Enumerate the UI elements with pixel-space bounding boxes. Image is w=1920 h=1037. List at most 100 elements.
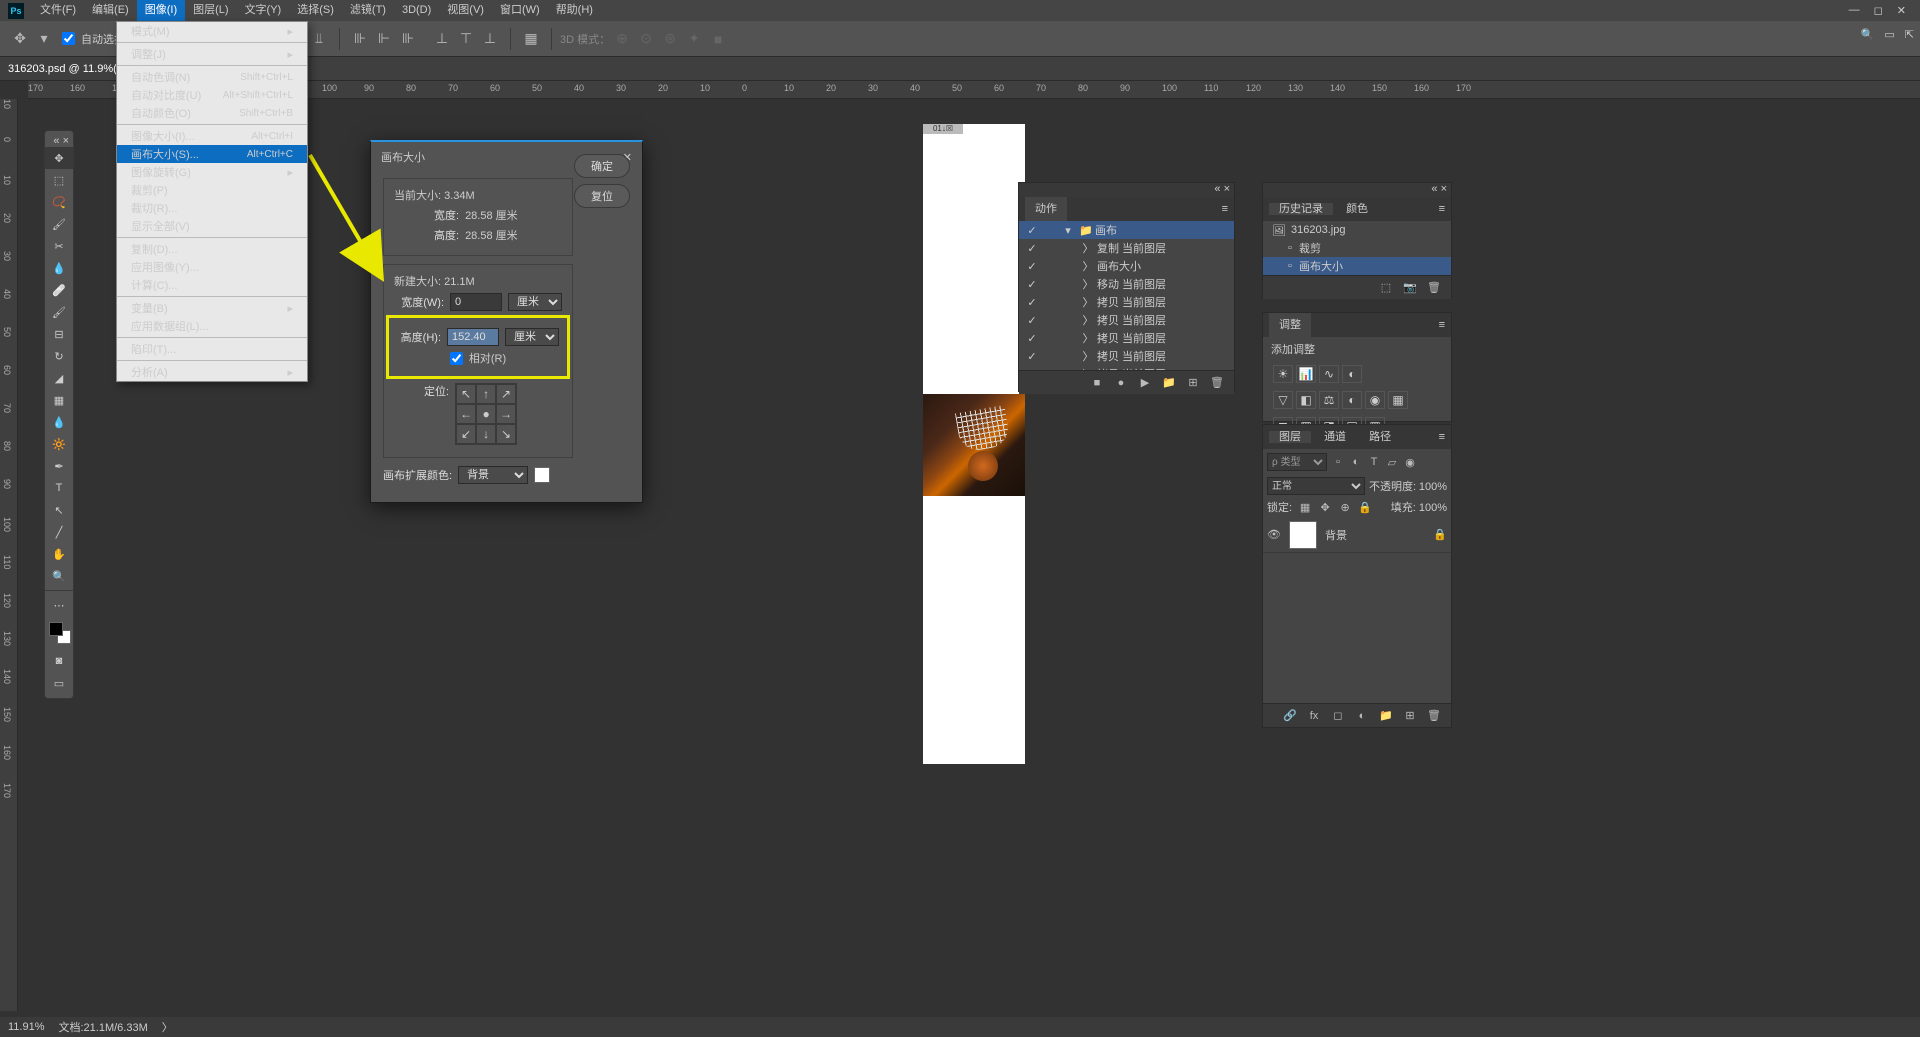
menu-item[interactable]: 计算(C)...: [117, 276, 307, 294]
distribute-icon[interactable]: ⊩: [374, 29, 394, 49]
chevron-right-icon[interactable]: 〉: [162, 1019, 173, 1035]
menu-窗口(W)[interactable]: 窗口(W): [492, 0, 548, 21]
menu-帮助(H)[interactable]: 帮助(H): [548, 0, 601, 21]
eyedropper-tool[interactable]: 💧: [45, 257, 73, 279]
menu-图像(I)[interactable]: 图像(I): [137, 0, 185, 21]
menu-图层(L)[interactable]: 图层(L): [185, 0, 236, 21]
mask-icon[interactable]: ◻: [1331, 709, 1345, 723]
zoom-tool[interactable]: 🔍: [45, 565, 73, 587]
lock-pixels-icon[interactable]: ▦: [1298, 500, 1312, 514]
3d-icon[interactable]: ⊛: [660, 29, 680, 49]
auto-align-icon[interactable]: ▦: [521, 29, 541, 49]
minimize-icon[interactable]: —: [1849, 4, 1860, 17]
quick-mask[interactable]: ◙: [45, 650, 73, 672]
brush-tool[interactable]: 🖌: [45, 301, 73, 323]
close-icon[interactable]: ✕: [1897, 4, 1906, 17]
mixer-icon[interactable]: ▦: [1388, 391, 1408, 409]
color-swatch[interactable]: [49, 622, 71, 644]
menu-3D(D)[interactable]: 3D(D): [394, 0, 439, 21]
menu-滤镜(T)[interactable]: 滤镜(T): [342, 0, 394, 21]
filter-type-select[interactable]: ρ 类型: [1267, 453, 1327, 471]
blur-tool[interactable]: 💧: [45, 411, 73, 433]
dropdown-icon[interactable]: ▾: [34, 29, 54, 49]
levels-icon[interactable]: 📊: [1296, 365, 1316, 383]
workspace-icon[interactable]: ▭: [1884, 28, 1894, 41]
menu-选择(S)[interactable]: 选择(S): [289, 0, 342, 21]
move-tool[interactable]: ✥: [45, 147, 73, 169]
menu-item[interactable]: 图像大小(I)...Alt+Ctrl+I: [117, 127, 307, 145]
filter-type-icon[interactable]: T: [1367, 455, 1381, 469]
dodge-tool[interactable]: 🔆: [45, 433, 73, 455]
filter-image-icon[interactable]: ▫: [1331, 455, 1345, 469]
history-doc[interactable]: 🖼 316203.jpg: [1263, 221, 1451, 239]
lock-position-icon[interactable]: ✥: [1318, 500, 1332, 514]
stamp-tool[interactable]: ⊟: [45, 323, 73, 345]
3d-icon[interactable]: ■: [708, 29, 728, 49]
trash-icon[interactable]: 🗑: [1210, 376, 1224, 390]
hand-tool[interactable]: ✋: [45, 543, 73, 565]
lasso-tool[interactable]: 📿: [45, 191, 73, 213]
action-row[interactable]: ✓〉复制 当前图层: [1019, 239, 1234, 257]
tab-color[interactable]: 颜色: [1336, 203, 1378, 215]
fx-icon[interactable]: fx: [1307, 709, 1321, 723]
action-row[interactable]: ✓〉画布大小: [1019, 257, 1234, 275]
height-unit-select[interactable]: 厘米: [505, 328, 559, 346]
camera-icon[interactable]: 📷: [1403, 281, 1417, 295]
tab-channels[interactable]: 通道: [1314, 431, 1356, 443]
new-height-input[interactable]: [447, 328, 499, 346]
panel-menu-icon[interactable]: ≡: [1439, 431, 1445, 443]
distribute-icon[interactable]: ⊥: [480, 29, 500, 49]
menu-item[interactable]: 图像旋转(G)▸: [117, 163, 307, 181]
blend-mode-select[interactable]: 正常: [1267, 477, 1365, 495]
history-row[interactable]: ▫画布大小: [1263, 257, 1451, 275]
new-layer-icon[interactable]: ⊞: [1403, 709, 1417, 723]
menu-item[interactable]: 调整(J)▸: [117, 45, 307, 63]
filter-shape-icon[interactable]: ▱: [1385, 455, 1399, 469]
link-icon[interactable]: 🔗: [1283, 709, 1297, 723]
crop-tool[interactable]: ✂: [45, 235, 73, 257]
tab-adjustments[interactable]: 调整: [1269, 313, 1311, 337]
adjustment-icon[interactable]: ◐: [1355, 709, 1369, 723]
action-row[interactable]: ✓〉拷贝 当前图层: [1019, 347, 1234, 365]
menu-item[interactable]: 复制(D)...: [117, 240, 307, 258]
tab-history[interactable]: 历史记录: [1269, 203, 1333, 215]
share-icon[interactable]: ⇱: [1905, 28, 1914, 41]
search-icon[interactable]: 🔍: [1861, 28, 1875, 41]
photo-filter-icon[interactable]: ◉: [1365, 391, 1385, 409]
healing-tool[interactable]: 🩹: [45, 279, 73, 301]
lock-all-icon[interactable]: 🔒: [1358, 500, 1372, 514]
menu-item[interactable]: 模式(M)▸: [117, 22, 307, 40]
pen-tool[interactable]: ✒: [45, 455, 73, 477]
snapshot-icon[interactable]: ⬚: [1379, 281, 1393, 295]
action-row[interactable]: ✓〉拷贝 当前图层: [1019, 311, 1234, 329]
tab-layers[interactable]: 图层: [1269, 431, 1311, 443]
3d-icon[interactable]: ⊙: [636, 29, 656, 49]
menu-文字(Y)[interactable]: 文字(Y): [237, 0, 290, 21]
extension-color-select[interactable]: 背景: [458, 466, 528, 484]
relative-checkbox[interactable]: [450, 352, 463, 365]
zoom-level[interactable]: 11.91%: [8, 1021, 45, 1033]
panel-menu-icon[interactable]: ≡: [1439, 319, 1445, 331]
tab-paths[interactable]: 路径: [1359, 431, 1401, 443]
curves-icon[interactable]: ∿: [1319, 365, 1339, 383]
ok-button[interactable]: 确定: [574, 154, 630, 178]
collapse-icon[interactable]: « ×: [53, 135, 69, 147]
menu-item[interactable]: 自动色调(N)Shift+Ctrl+L: [117, 68, 307, 86]
distribute-icon[interactable]: ⊪: [350, 29, 370, 49]
folder-icon[interactable]: 📁: [1162, 376, 1176, 390]
auto-select-checkbox[interactable]: [62, 32, 75, 45]
menu-item[interactable]: 自动对比度(U)Alt+Shift+Ctrl+L: [117, 86, 307, 104]
maximize-icon[interactable]: ◻: [1874, 4, 1883, 17]
quick-select-tool[interactable]: 🖌: [45, 213, 73, 235]
vibrance-icon[interactable]: ▽: [1273, 391, 1293, 409]
menu-item[interactable]: 裁剪(P): [117, 181, 307, 199]
edit-toolbar[interactable]: ⋯: [45, 594, 73, 616]
panel-menu-icon[interactable]: ≡: [1222, 203, 1228, 215]
new-icon[interactable]: ⊞: [1186, 376, 1200, 390]
menu-编辑(E)[interactable]: 编辑(E): [84, 0, 137, 21]
menu-item[interactable]: 应用图像(Y)...: [117, 258, 307, 276]
gradient-tool[interactable]: ▦: [45, 389, 73, 411]
path-tool[interactable]: ↖: [45, 499, 73, 521]
menu-item[interactable]: 自动颜色(O)Shift+Ctrl+B: [117, 104, 307, 122]
balance-icon[interactable]: ⚖: [1319, 391, 1339, 409]
